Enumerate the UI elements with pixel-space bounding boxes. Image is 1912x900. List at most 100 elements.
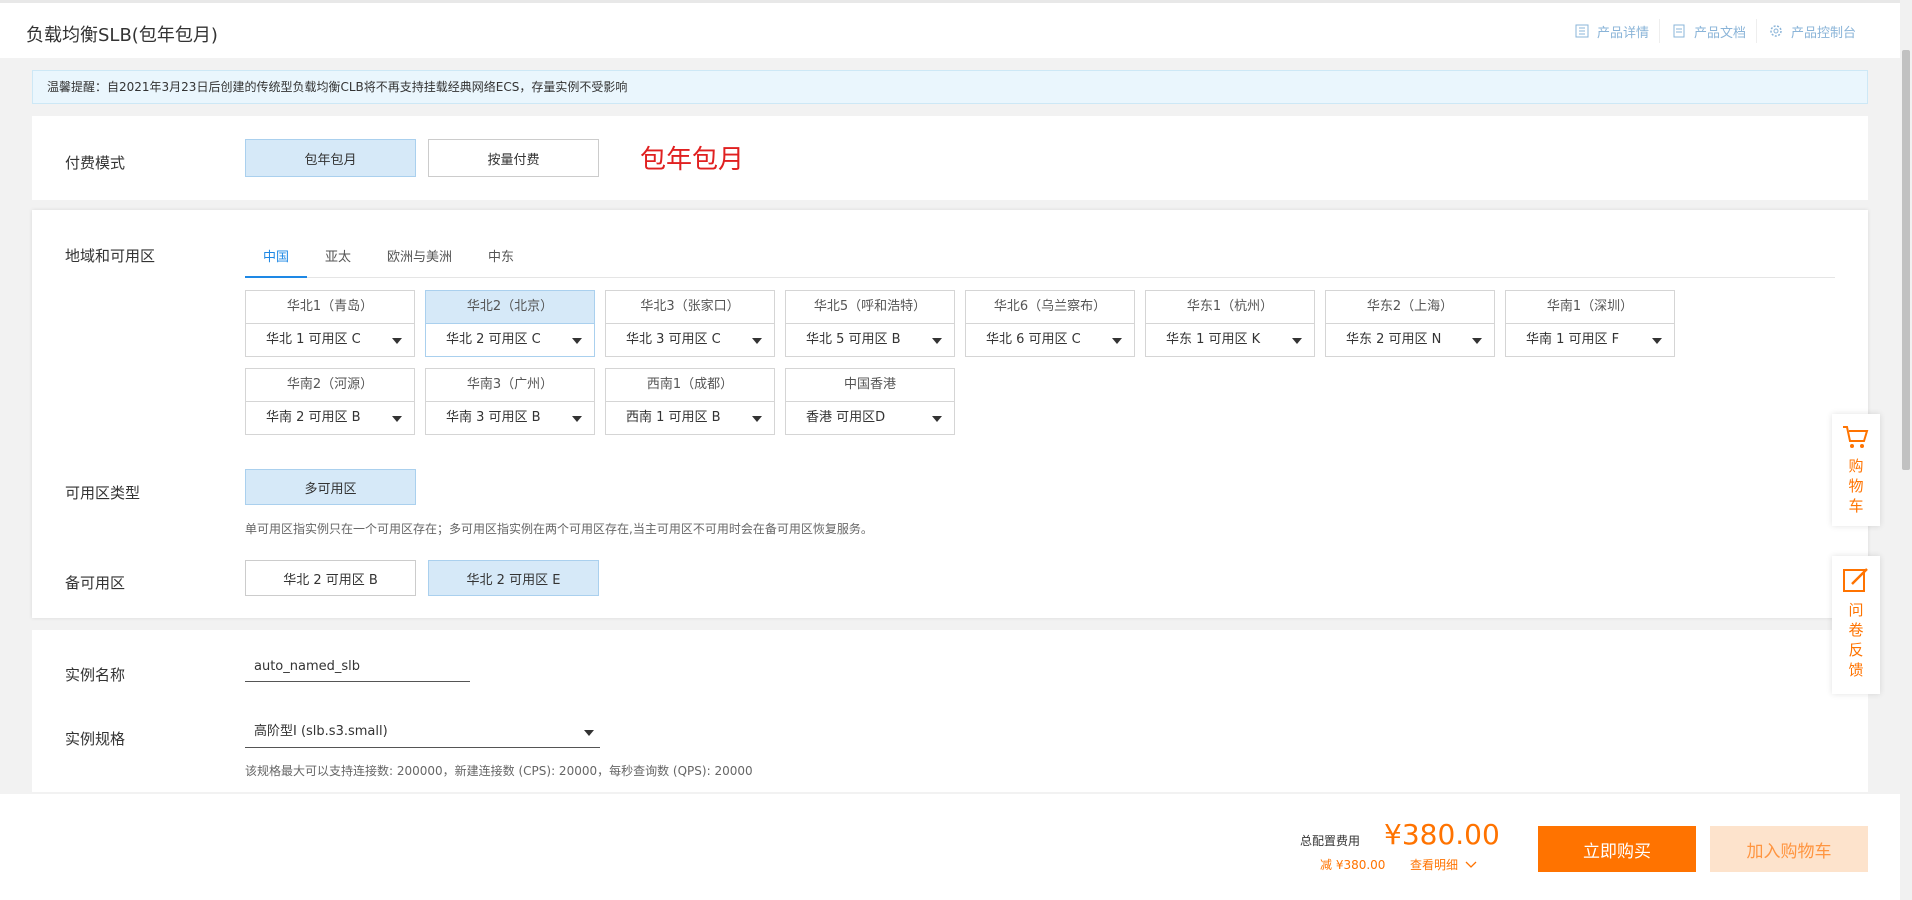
zone-select[interactable]: 华北 6 可用区 C — [966, 324, 1134, 357]
region-name[interactable]: 华北5（呼和浩特） — [786, 291, 954, 324]
view-detail-link[interactable]: 查看明细 — [1410, 856, 1477, 873]
page-scrollbar[interactable] — [1900, 0, 1912, 900]
add-to-cart-button[interactable]: 加入购物车 — [1710, 826, 1868, 872]
zone-select[interactable]: 华南 3 可用区 B — [426, 402, 594, 435]
total-price: ¥380.00 — [1384, 818, 1500, 851]
region-name[interactable]: 华南3（广州） — [426, 369, 594, 402]
zone-value: 香港 可用区D — [806, 410, 886, 425]
region-label: 地域和可用区 — [65, 247, 156, 265]
region-name[interactable]: 西南1（成都） — [606, 369, 774, 402]
tab-asia-pacific[interactable]: 亚太 — [307, 240, 369, 278]
zone-type-help: 单可用区指实例只在一个可用区存在；多可用区指实例在两个可用区存在,当主可用区不可… — [245, 522, 873, 536]
region-name[interactable]: 华北1（青岛） — [246, 291, 414, 324]
region-item[interactable]: 华北6（乌兰察布） 华北 6 可用区 C — [965, 290, 1135, 357]
region-name[interactable]: 华东1（杭州） — [1146, 291, 1314, 324]
zone-value: 华南 1 可用区 F — [1526, 332, 1620, 347]
zone-select[interactable]: 华北 5 可用区 B — [786, 324, 954, 357]
region-item[interactable]: 华北1（青岛） 华北 1 可用区 C — [245, 290, 415, 357]
caret-down-icon — [1652, 338, 1662, 344]
instance-spec-help: 该规格最大可以支持连接数: 200000，新建连接数 (CPS): 20000，… — [245, 764, 753, 778]
instance-spec-select[interactable]: 高阶型I (slb.s3.small) — [245, 718, 600, 748]
region-name[interactable]: 华北3（张家口） — [606, 291, 774, 324]
region-item[interactable]: 华北3（张家口） 华北 3 可用区 C — [605, 290, 775, 357]
list-icon — [1575, 24, 1589, 38]
region-item-selected[interactable]: 华北2（北京） 华北 2 可用区 C — [425, 290, 595, 357]
region-name[interactable]: 华东2（上海） — [1326, 291, 1494, 324]
caret-down-icon — [584, 730, 594, 736]
region-item[interactable]: 华南1（深圳） 华南 1 可用区 F — [1505, 290, 1675, 357]
product-detail-link[interactable]: 产品详情 — [1563, 19, 1659, 43]
instance-spec-value: 高阶型I (slb.s3.small) — [254, 724, 388, 739]
product-docs-link[interactable]: 产品文档 — [1658, 19, 1756, 43]
product-console-label: 产品控制台 — [1790, 25, 1856, 41]
product-detail-label: 产品详情 — [1596, 25, 1649, 41]
zone-value: 华北 3 可用区 C — [626, 332, 721, 347]
caret-down-icon — [392, 416, 402, 422]
payment-mode-highlight: 包年包月 — [640, 145, 745, 175]
caret-down-icon — [1292, 338, 1302, 344]
zone-value: 华东 1 可用区 K — [1166, 332, 1261, 347]
zone-select[interactable]: 华北 3 可用区 C — [606, 324, 774, 357]
notice-banner: 温馨提醒：自2021年3月23日后创建的传统型负载均衡CLB将不再支持挂载经典网… — [32, 70, 1868, 104]
region-item[interactable]: 西南1（成都） 西南 1 可用区 B — [605, 368, 775, 435]
region-tabs: 中国 亚太 欧洲与美洲 中东 — [245, 240, 1835, 278]
chevron-down-icon — [1465, 861, 1477, 868]
shopping-cart-icon — [1843, 426, 1869, 448]
backup-zone-option-e[interactable]: 华北 2 可用区 E — [428, 560, 599, 596]
region-name[interactable]: 华南1（深圳） — [1506, 291, 1674, 324]
instance-name-input[interactable]: auto_named_slb — [245, 654, 470, 682]
zone-select[interactable]: 华北 1 可用区 C — [246, 324, 414, 357]
instance-name-label: 实例名称 — [65, 666, 126, 684]
zone-value: 华南 2 可用区 B — [266, 410, 361, 425]
instance-spec-label: 实例规格 — [65, 730, 126, 748]
caret-down-icon — [752, 338, 762, 344]
zone-select[interactable]: 华南 2 可用区 B — [246, 402, 414, 435]
sidebar-feedback-label: 问卷反馈 — [1848, 601, 1864, 679]
caret-down-icon — [572, 338, 582, 344]
zone-value: 华北 6 可用区 C — [986, 332, 1081, 347]
backup-zone-option-b[interactable]: 华北 2 可用区 B — [245, 560, 416, 596]
zone-select[interactable]: 华东 1 可用区 K — [1146, 324, 1314, 357]
document-icon — [1672, 24, 1686, 38]
region-item[interactable]: 华南2（河源） 华南 2 可用区 B — [245, 368, 415, 435]
zone-select[interactable]: 西南 1 可用区 B — [606, 402, 774, 435]
region-item[interactable]: 华北5（呼和浩特） 华北 5 可用区 B — [785, 290, 955, 357]
sidebar-feedback[interactable]: 问卷反馈 — [1832, 556, 1880, 694]
sidebar-cart[interactable]: 购物车 — [1832, 414, 1880, 526]
caret-down-icon — [392, 338, 402, 344]
buy-now-button[interactable]: 立即购买 — [1538, 826, 1696, 872]
caret-down-icon — [932, 338, 942, 344]
product-console-link[interactable]: 产品控制台 — [1755, 19, 1866, 43]
caret-down-icon — [752, 416, 762, 422]
region-name[interactable]: 中国香港 — [786, 369, 954, 402]
region-item[interactable]: 华南3（广州） 华南 3 可用区 B — [425, 368, 595, 435]
zone-value: 华北 5 可用区 B — [806, 332, 901, 347]
scrollbar-thumb[interactable] — [1902, 50, 1910, 470]
tab-china[interactable]: 中国 — [245, 240, 308, 278]
gear-icon — [1769, 24, 1783, 38]
edit-icon — [1843, 568, 1868, 592]
top-links: 产品详情 产品文档 产品控制台 — [1563, 19, 1866, 43]
zone-select[interactable]: 华东 2 可用区 N — [1326, 324, 1494, 357]
region-name[interactable]: 华南2（河源） — [246, 369, 414, 402]
tab-middle-east[interactable]: 中东 — [470, 240, 532, 278]
top-bar: 负载均衡SLB(包年包月) 产品详情 产品文档 产品控制台 — [0, 0, 1900, 58]
payment-label: 付费模式 — [65, 154, 126, 172]
zone-value: 华北 2 可用区 C — [446, 332, 541, 347]
payment-option-payg[interactable]: 按量付费 — [428, 139, 599, 177]
region-name[interactable]: 华北2（北京） — [426, 291, 594, 324]
zone-select[interactable]: 华南 1 可用区 F — [1506, 324, 1674, 357]
total-cost-label: 总配置费用 — [1300, 834, 1361, 848]
region-name[interactable]: 华北6（乌兰察布） — [966, 291, 1134, 324]
zone-value: 华南 3 可用区 B — [446, 410, 541, 425]
zone-type-multi-button[interactable]: 多可用区 — [245, 469, 416, 505]
caret-down-icon — [1472, 338, 1482, 344]
zone-select[interactable]: 香港 可用区D — [786, 402, 954, 435]
region-item[interactable]: 中国香港 香港 可用区D — [785, 368, 955, 435]
tab-europe-america[interactable]: 欧洲与美洲 — [369, 240, 470, 278]
zone-select[interactable]: 华北 2 可用区 C — [426, 324, 594, 357]
caret-down-icon — [572, 416, 582, 422]
region-item[interactable]: 华东2（上海） 华东 2 可用区 N — [1325, 290, 1495, 357]
payment-option-subscription[interactable]: 包年包月 — [245, 139, 416, 177]
region-item[interactable]: 华东1（杭州） 华东 1 可用区 K — [1145, 290, 1315, 357]
